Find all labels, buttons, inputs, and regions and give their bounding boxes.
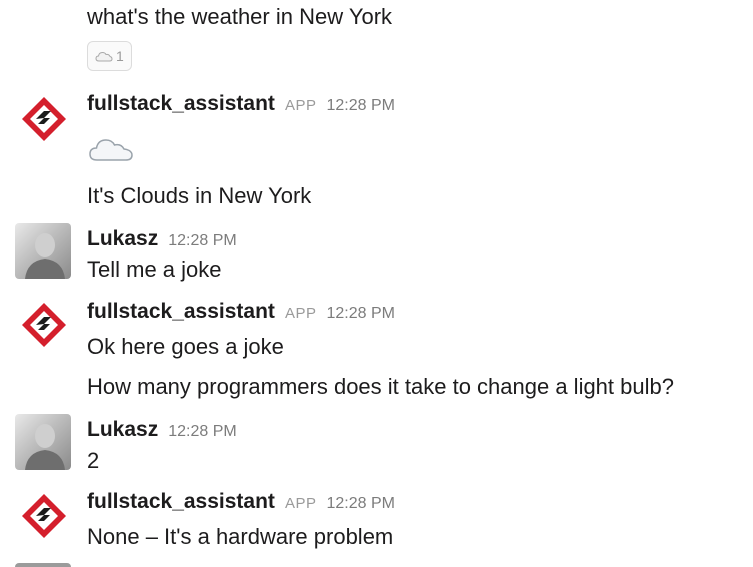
message-text: Tell me a joke: [87, 257, 222, 282]
app-badge: APP: [284, 97, 317, 114]
message-header: fullstack_assistant APP 12:28 PM: [87, 490, 395, 514]
bot-avatar-icon[interactable]: [20, 301, 68, 349]
bot-avatar-icon[interactable]: [20, 492, 68, 540]
timestamp[interactable]: 12:28 PM: [326, 495, 394, 513]
message-header: Lukasz 12:28 PM: [87, 418, 237, 442]
message-text: 2: [87, 448, 100, 473]
user-avatar[interactable]: [15, 223, 71, 279]
message-header: fullstack_assistant APP 12:28 PM: [87, 300, 395, 324]
app-badge: APP: [284, 495, 317, 512]
message-text: None – It's a hardware problem: [87, 524, 394, 549]
message-text: Ok here goes a joke: [87, 334, 284, 359]
message-text: It's Clouds in New York: [87, 183, 312, 208]
user-avatar[interactable]: [15, 563, 71, 567]
bot-avatar-icon[interactable]: [20, 95, 68, 143]
message-header: fullstack_assistant APP 12:28 PM: [87, 92, 395, 116]
timestamp[interactable]: 12:28 PM: [168, 232, 236, 250]
author-name[interactable]: fullstack_assistant: [87, 300, 275, 324]
cloud-icon: [95, 51, 113, 62]
person-photo-icon: [25, 424, 65, 470]
timestamp[interactable]: 12:28 PM: [326, 305, 394, 323]
reaction-count: 1: [116, 48, 124, 64]
cloud-icon: [89, 139, 133, 161]
user-avatar[interactable]: [15, 414, 71, 470]
author-name[interactable]: fullstack_assistant: [87, 92, 275, 116]
person-photo-icon: [25, 233, 65, 279]
message-header: Lukasz 12:28 PM: [87, 227, 237, 251]
message-text: How many programmers does it take to cha…: [87, 374, 674, 399]
author-name[interactable]: Lukasz: [87, 418, 158, 442]
reaction-pill[interactable]: 1: [87, 41, 132, 71]
timestamp[interactable]: 12:28 PM: [168, 423, 236, 441]
author-name[interactable]: fullstack_assistant: [87, 490, 275, 514]
author-name[interactable]: Lukasz: [87, 227, 158, 251]
app-badge: APP: [284, 305, 317, 322]
message-text: what's the weather in New York: [87, 4, 393, 29]
timestamp[interactable]: 12:28 PM: [326, 97, 394, 115]
